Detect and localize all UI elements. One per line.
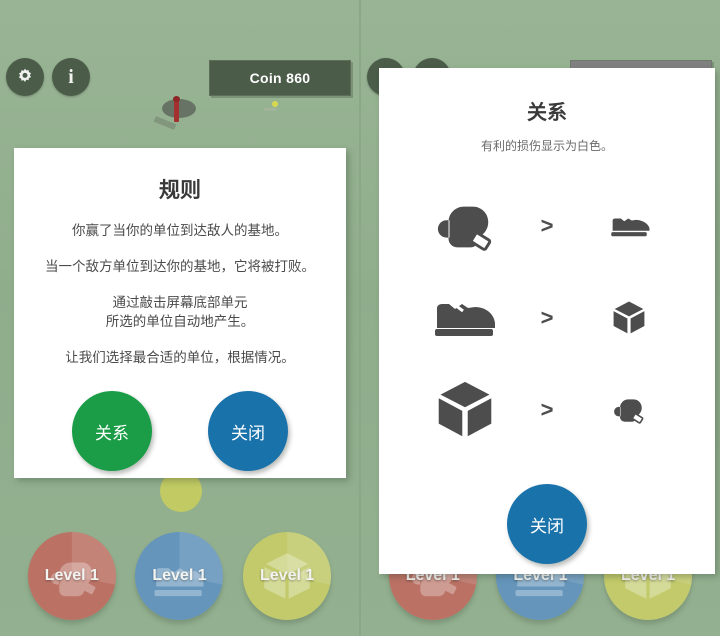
rules-line: 让我们选择最合适的单位，根据情况。 xyxy=(65,349,295,365)
relations-dialog-title: 关系 xyxy=(527,102,567,124)
close-button-label: 关闭 xyxy=(530,516,564,536)
rules-line: 你赢了当你的单位到达敌人的基地。 xyxy=(72,223,288,238)
unit-button-shoe[interactable]: Level 1 xyxy=(135,532,224,620)
close-button[interactable]: 关闭 xyxy=(208,391,288,472)
relations-button-label: 关系 xyxy=(95,423,129,443)
rules-dialog: 规则 你赢了当你的单位到达敌人的基地。 当一个敌方单位到达你的基地，它将被打败。… xyxy=(14,148,346,478)
info-icon: i xyxy=(68,66,74,88)
relation-operator: > xyxy=(540,305,554,330)
unit-bar-left: Level 1 Level 1 Level 1 xyxy=(0,528,359,624)
info-button[interactable]: i xyxy=(52,58,90,96)
shoe-icon xyxy=(574,211,684,241)
unit-button-cube[interactable]: Level 1 xyxy=(243,532,332,620)
coin-badge-left: Coin 860 xyxy=(209,60,351,96)
unit-level-label: Level 1 xyxy=(260,567,315,584)
screenshot-root: i Coin 860 Level 1 Level 1 Level 1 规则 你赢… xyxy=(0,0,720,636)
relations-dialog-actions: 关闭 xyxy=(379,484,715,564)
coin-amount-label: Coin 860 xyxy=(249,70,311,86)
yellow-speck xyxy=(264,101,278,111)
relation-row: > xyxy=(379,272,715,364)
relation-row: > xyxy=(379,364,715,456)
right-screen: i Coin 860 Level 1 xyxy=(361,0,720,636)
unit-level-label: Level 1 xyxy=(44,567,99,584)
relations-button[interactable]: 关系 xyxy=(72,391,152,472)
rules-dialog-title: 规则 xyxy=(159,179,201,202)
rules-dialog-actions: 关系 关闭 xyxy=(14,391,346,472)
close-button-label: 关闭 xyxy=(231,423,265,443)
unit-button-glove[interactable]: Level 1 xyxy=(27,532,116,620)
relation-operator: > xyxy=(540,397,554,422)
shoe-icon xyxy=(410,296,520,340)
rules-paragraph-1: 你赢了当你的单位到达敌人的基地。 xyxy=(14,222,346,240)
rules-line: 通过敲击屏幕底部单元 xyxy=(112,295,248,311)
settings-button[interactable] xyxy=(6,58,44,96)
rules-line: 所选的单位自动地产生。 xyxy=(105,313,255,329)
hud-icon-group: i xyxy=(6,58,90,96)
relation-operator: > xyxy=(540,213,554,238)
rules-paragraph-3: 通过敲击屏幕底部单元 所选的单位自动地产生。 xyxy=(14,294,346,330)
boxing-glove-icon xyxy=(410,195,520,257)
cube-icon xyxy=(574,299,684,337)
rules-paragraph-2: 当一个敌方单位到达你的基地，它将被打败。 xyxy=(14,258,346,276)
relations-rows: > > > xyxy=(379,180,715,456)
close-button[interactable]: 关闭 xyxy=(507,484,587,564)
enemy-unit-figure xyxy=(173,96,180,122)
unit-shadow xyxy=(162,99,196,118)
unit-level-label: Level 1 xyxy=(152,567,207,584)
rules-line: 当一个敌方单位到达你的基地，它将被打败。 xyxy=(45,259,315,275)
cube-icon xyxy=(410,378,520,442)
relations-dialog-subtitle: 有利的损伤显示为白色。 xyxy=(480,139,613,153)
relation-row: > xyxy=(379,180,715,272)
rules-paragraph-4: 让我们选择最合适的单位，根据情况。 xyxy=(14,349,346,367)
boxing-glove-icon xyxy=(574,393,684,427)
relations-dialog: 关系 有利的损伤显示为白色。 > > > 关闭 xyxy=(379,68,715,574)
gear-icon xyxy=(15,67,35,87)
left-screen: i Coin 860 Level 1 Level 1 Level 1 规则 你赢… xyxy=(0,0,361,636)
